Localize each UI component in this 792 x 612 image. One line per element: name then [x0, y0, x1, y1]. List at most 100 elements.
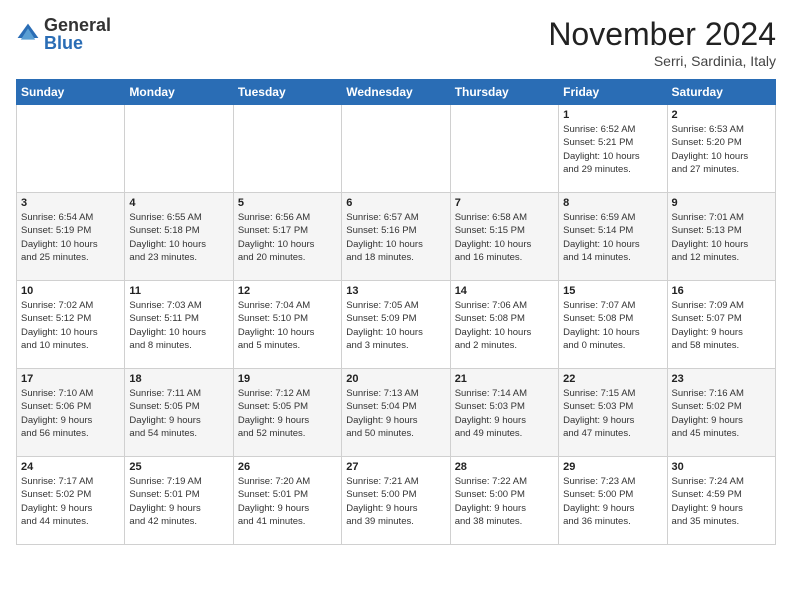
calendar-cell: 1 Sunrise: 6:52 AMSunset: 5:21 PMDaylight… — [559, 105, 667, 193]
location: Serri, Sardinia, Italy — [548, 53, 776, 69]
logo: General Blue — [16, 16, 111, 52]
day-info: Sunrise: 7:21 AMSunset: 5:00 PMDaylight:… — [346, 475, 445, 528]
calendar-cell: 3Sunrise: 6:54 AMSunset: 5:19 PMDaylight… — [17, 193, 125, 281]
calendar-cell: 24Sunrise: 7:17 AMSunset: 5:02 PMDayligh… — [17, 457, 125, 545]
calendar-cell: 15 Sunrise: 7:07 AMSunset: 5:08 PMDayligh… — [559, 281, 667, 369]
calendar-header-saturday: Saturday — [667, 80, 775, 105]
calendar-header-thursday: Thursday — [450, 80, 558, 105]
day-number: 13 — [346, 285, 445, 297]
day-info: Sunrise: 7:03 AMSunset: 5:11 PMDaylight:… — [129, 299, 228, 352]
calendar-cell: 19 Sunrise: 7:12 AMSunset: 5:05 PMDayligh… — [233, 369, 341, 457]
day-info: Sunrise: 7:12 AMSunset: 5:05 PMDaylight:… — [238, 387, 337, 440]
header: General Blue November 2024 Serri, Sardin… — [16, 16, 776, 69]
calendar-cell: 14 Sunrise: 7:06 AMSunset: 5:08 PMDayligh… — [450, 281, 558, 369]
page: General Blue November 2024 Serri, Sardin… — [0, 0, 792, 555]
day-number: 23 — [672, 373, 771, 385]
calendar-cell: 29 Sunrise: 7:23 AMSunset: 5:00 PMDayligh… — [559, 457, 667, 545]
day-number: 28 — [455, 461, 554, 473]
day-info: Sunrise: 7:02 AMSunset: 5:12 PMDaylight:… — [21, 299, 120, 352]
calendar-cell: 30 Sunrise: 7:24 AMSunset: 4:59 PMDayligh… — [667, 457, 775, 545]
calendar-cell: 8 Sunrise: 6:59 AMSunset: 5:14 PMDaylight… — [559, 193, 667, 281]
day-number: 7 — [455, 197, 554, 209]
calendar-cell: 4Sunrise: 6:55 AMSunset: 5:18 PMDaylight… — [125, 193, 233, 281]
calendar-cell: 17 Sunrise: 7:10 AMSunset: 5:06 PMDayligh… — [17, 369, 125, 457]
day-number: 17 — [21, 373, 120, 385]
day-number: 11 — [129, 285, 228, 297]
calendar-cell: 10 Sunrise: 7:02 AMSunset: 5:12 PMDayligh… — [17, 281, 125, 369]
calendar-week-row: 1 Sunrise: 6:52 AMSunset: 5:21 PMDaylight… — [17, 105, 776, 193]
calendar-header-wednesday: Wednesday — [342, 80, 450, 105]
calendar-cell — [450, 105, 558, 193]
calendar-cell — [125, 105, 233, 193]
day-info: Sunrise: 7:24 AMSunset: 4:59 PMDaylight:… — [672, 475, 771, 528]
calendar-cell: 26Sunrise: 7:20 AMSunset: 5:01 PMDayligh… — [233, 457, 341, 545]
day-number: 5 — [238, 197, 337, 209]
day-number: 15 — [563, 285, 662, 297]
day-info: Sunrise: 6:52 AMSunset: 5:21 PMDaylight:… — [563, 123, 662, 176]
day-number: 8 — [563, 197, 662, 209]
day-number: 27 — [346, 461, 445, 473]
logo-blue-text: Blue — [44, 34, 111, 52]
day-info: Sunrise: 7:04 AMSunset: 5:10 PMDaylight:… — [238, 299, 337, 352]
day-number: 20 — [346, 373, 445, 385]
day-number: 30 — [672, 461, 771, 473]
day-number: 3 — [21, 197, 120, 209]
day-info: Sunrise: 7:09 AMSunset: 5:07 PMDaylight:… — [672, 299, 771, 352]
calendar-week-row: 10 Sunrise: 7:02 AMSunset: 5:12 PMDayligh… — [17, 281, 776, 369]
calendar-cell — [233, 105, 341, 193]
calendar-cell: 20 Sunrise: 7:13 AMSunset: 5:04 PMDayligh… — [342, 369, 450, 457]
day-number: 14 — [455, 285, 554, 297]
day-number: 24 — [21, 461, 120, 473]
day-info: Sunrise: 7:13 AMSunset: 5:04 PMDaylight:… — [346, 387, 445, 440]
day-number: 19 — [238, 373, 337, 385]
calendar-cell: 18 Sunrise: 7:11 AMSunset: 5:05 PMDayligh… — [125, 369, 233, 457]
calendar-cell: 12 Sunrise: 7:04 AMSunset: 5:10 PMDayligh… — [233, 281, 341, 369]
calendar-cell: 16Sunrise: 7:09 AMSunset: 5:07 PMDayligh… — [667, 281, 775, 369]
logo-general-text: General — [44, 16, 111, 34]
calendar: SundayMondayTuesdayWednesdayThursdayFrid… — [16, 79, 776, 545]
day-number: 12 — [238, 285, 337, 297]
day-number: 29 — [563, 461, 662, 473]
calendar-cell: 13 Sunrise: 7:05 AMSunset: 5:09 PMDayligh… — [342, 281, 450, 369]
day-info: Sunrise: 7:10 AMSunset: 5:06 PMDaylight:… — [21, 387, 120, 440]
day-number: 22 — [563, 373, 662, 385]
day-info: Sunrise: 6:59 AMSunset: 5:14 PMDaylight:… — [563, 211, 662, 264]
day-number: 10 — [21, 285, 120, 297]
day-number: 6 — [346, 197, 445, 209]
calendar-cell: 5 Sunrise: 6:56 AMSunset: 5:17 PMDaylight… — [233, 193, 341, 281]
logo-icon — [16, 22, 40, 46]
calendar-cell: 23Sunrise: 7:16 AMSunset: 5:02 PMDayligh… — [667, 369, 775, 457]
calendar-cell: 9Sunrise: 7:01 AMSunset: 5:13 PMDaylight… — [667, 193, 775, 281]
day-info: Sunrise: 7:06 AMSunset: 5:08 PMDaylight:… — [455, 299, 554, 352]
day-info: Sunrise: 7:14 AMSunset: 5:03 PMDaylight:… — [455, 387, 554, 440]
calendar-week-row: 24Sunrise: 7:17 AMSunset: 5:02 PMDayligh… — [17, 457, 776, 545]
day-info: Sunrise: 7:07 AMSunset: 5:08 PMDaylight:… — [563, 299, 662, 352]
day-number: 4 — [129, 197, 228, 209]
calendar-cell: 28Sunrise: 7:22 AMSunset: 5:00 PMDayligh… — [450, 457, 558, 545]
day-number: 1 — [563, 109, 662, 121]
day-number: 9 — [672, 197, 771, 209]
day-info: Sunrise: 7:23 AMSunset: 5:00 PMDaylight:… — [563, 475, 662, 528]
day-number: 21 — [455, 373, 554, 385]
calendar-cell — [17, 105, 125, 193]
day-number: 25 — [129, 461, 228, 473]
calendar-cell: 25 Sunrise: 7:19 AMSunset: 5:01 PMDayligh… — [125, 457, 233, 545]
day-info: Sunrise: 7:11 AMSunset: 5:05 PMDaylight:… — [129, 387, 228, 440]
day-info: Sunrise: 6:57 AMSunset: 5:16 PMDaylight:… — [346, 211, 445, 264]
calendar-cell: 2Sunrise: 6:53 AMSunset: 5:20 PMDaylight… — [667, 105, 775, 193]
calendar-header-friday: Friday — [559, 80, 667, 105]
day-info: Sunrise: 6:58 AMSunset: 5:15 PMDaylight:… — [455, 211, 554, 264]
calendar-cell: 6 Sunrise: 6:57 AMSunset: 5:16 PMDaylight… — [342, 193, 450, 281]
calendar-header-monday: Monday — [125, 80, 233, 105]
logo-text: General Blue — [44, 16, 111, 52]
calendar-week-row: 17 Sunrise: 7:10 AMSunset: 5:06 PMDayligh… — [17, 369, 776, 457]
day-info: Sunrise: 7:05 AMSunset: 5:09 PMDaylight:… — [346, 299, 445, 352]
day-number: 18 — [129, 373, 228, 385]
calendar-header-tuesday: Tuesday — [233, 80, 341, 105]
calendar-header-sunday: Sunday — [17, 80, 125, 105]
title-area: November 2024 Serri, Sardinia, Italy — [548, 16, 776, 69]
day-info: Sunrise: 7:19 AMSunset: 5:01 PMDaylight:… — [129, 475, 228, 528]
day-info: Sunrise: 6:56 AMSunset: 5:17 PMDaylight:… — [238, 211, 337, 264]
calendar-cell — [342, 105, 450, 193]
calendar-week-row: 3Sunrise: 6:54 AMSunset: 5:19 PMDaylight… — [17, 193, 776, 281]
